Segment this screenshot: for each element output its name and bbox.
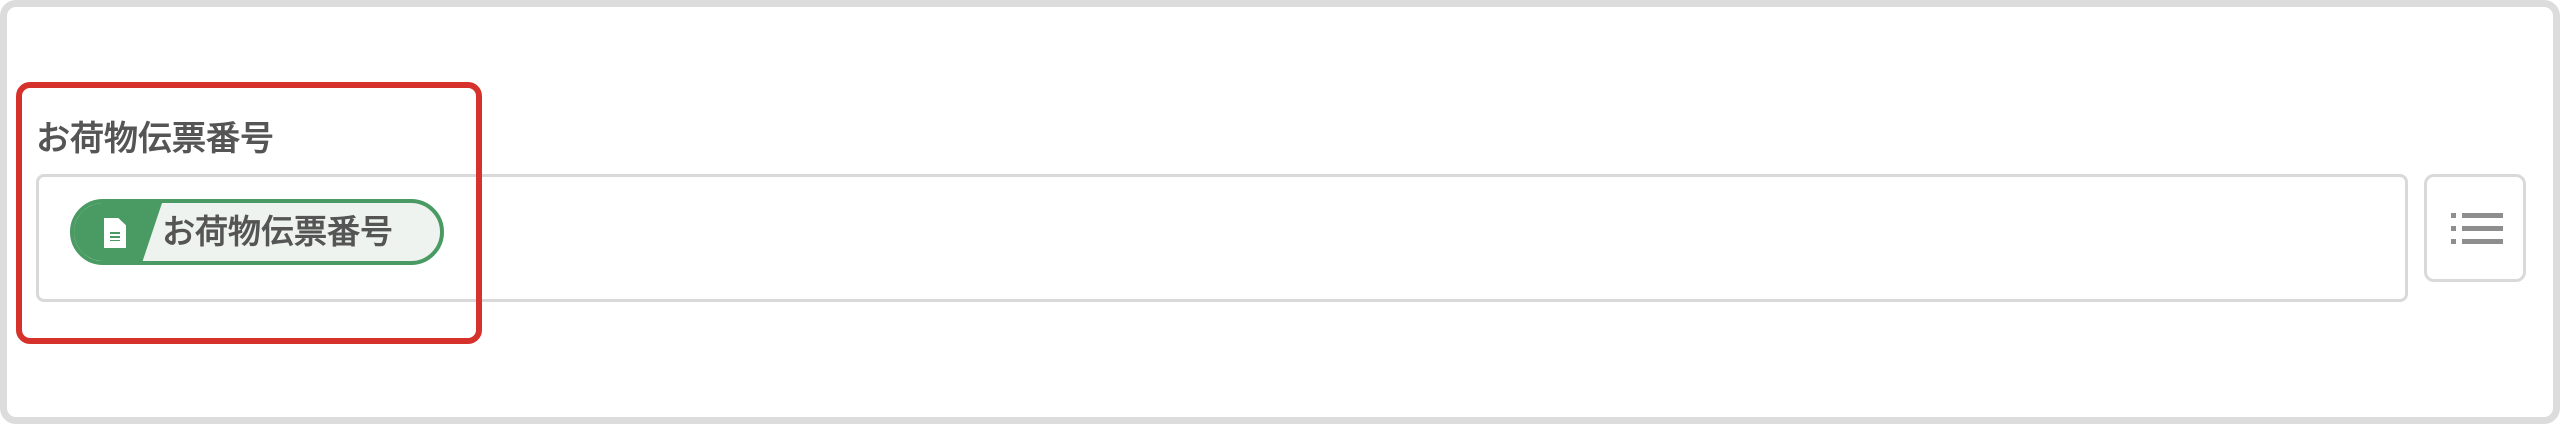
spreadsheet-doc-icon <box>104 218 126 248</box>
chip-label: お荷物伝票番号 <box>162 212 393 251</box>
field-list-button[interactable] <box>2424 174 2526 282</box>
field-reference-chip[interactable]: お荷物伝票番号 <box>70 199 444 265</box>
field-label: お荷物伝票番号 <box>36 119 274 159</box>
list-icon <box>2451 213 2503 245</box>
